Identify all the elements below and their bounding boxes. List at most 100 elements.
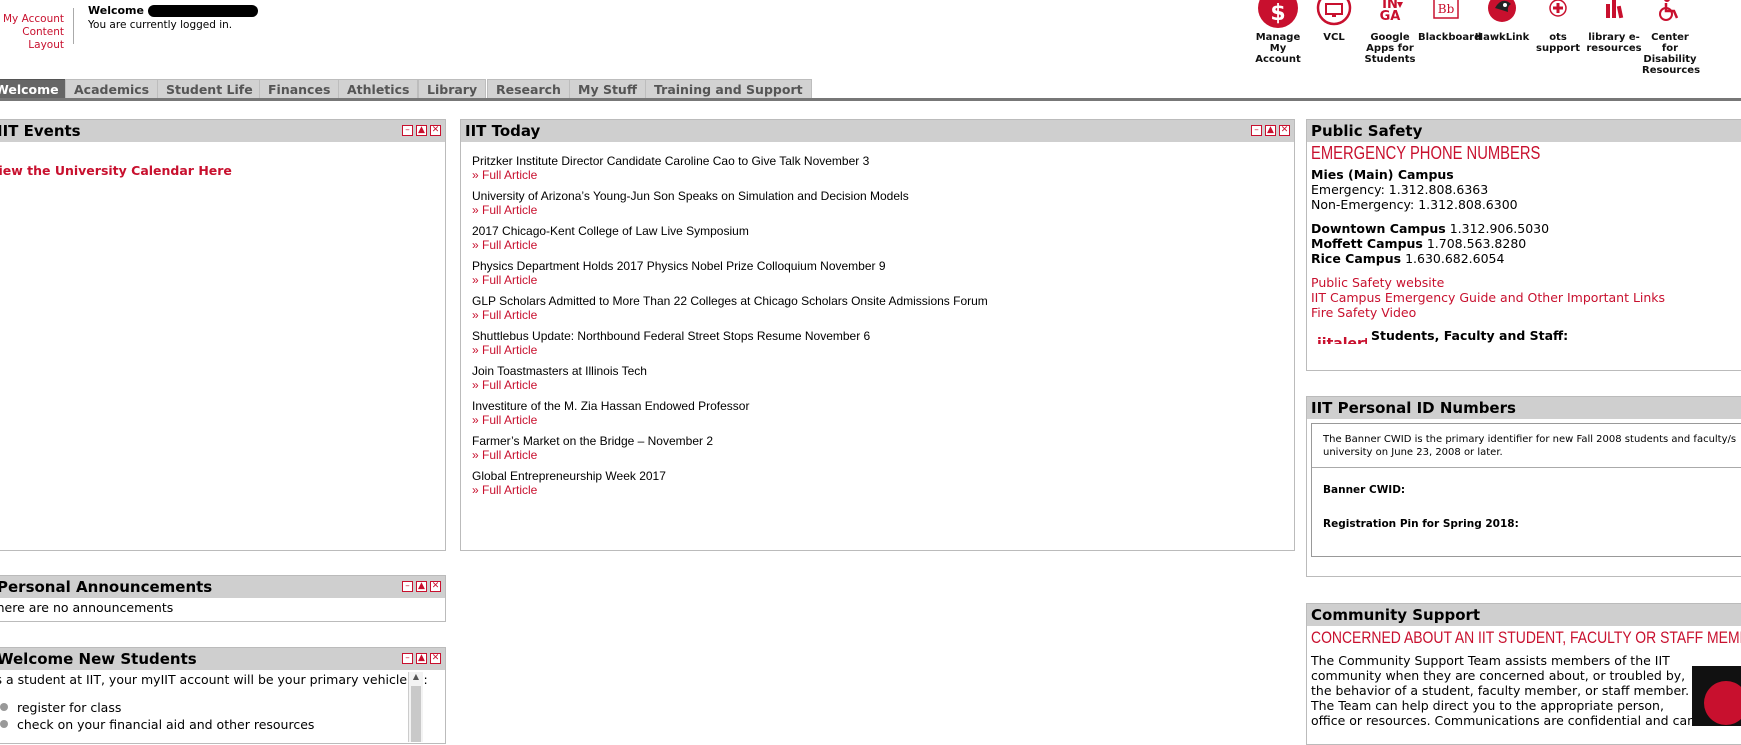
close-icon[interactable]: ✕ — [1279, 125, 1290, 136]
svg-text:GA: GA — [1380, 9, 1401, 24]
community-text: The Community Support Team assists membe… — [1311, 653, 1696, 728]
article-headline[interactable]: Global Entrepreneurship Week 2017 — [472, 469, 988, 483]
list-item: University of Arizona’s Young-Jun Son Sp… — [472, 189, 988, 217]
quicklink-vcl[interactable]: VCL — [1306, 0, 1362, 43]
announcements-controls: – ▲ ✕ — [399, 581, 441, 593]
wheelchair-icon — [1649, 0, 1691, 30]
full-article-link[interactable]: » Full Article — [472, 483, 988, 497]
community-support-content: CONCERNED ABOUT AN IIT STUDENT, FACULTY … — [1311, 629, 1741, 728]
article-headline[interactable]: Shuttlebus Update: Northbound Federal St… — [472, 329, 988, 343]
article-headline[interactable]: 2017 Chicago-Kent College of Law Live Sy… — [472, 224, 988, 238]
full-article-link[interactable]: » Full Article — [472, 448, 988, 462]
personal-id-portlet: IIT Personal ID Numbers The Banner CWID … — [1306, 396, 1741, 577]
quicklink-ots-support[interactable]: ots support — [1530, 0, 1586, 54]
minimize-icon[interactable]: – — [402, 125, 413, 136]
fire-safety-video-link[interactable]: Fire Safety Video — [1311, 305, 1665, 320]
header-divider — [73, 8, 74, 44]
full-article-link[interactable]: » Full Article — [472, 413, 988, 427]
minimize-icon[interactable]: – — [402, 581, 413, 592]
tab-my-stuff[interactable]: My Stuff — [569, 79, 646, 99]
quicklink-disability-resources[interactable]: Center for Disability Resources — [1642, 0, 1700, 76]
tab-finances[interactable]: Finances — [259, 79, 340, 99]
emergency-number: Emergency: 1.312.808.6363 — [1311, 182, 1489, 197]
minimize-icon[interactable]: – — [402, 653, 413, 664]
list-item: GLP Scholars Admitted to More Than 22 Co… — [472, 294, 988, 322]
full-article-link[interactable]: » Full Article — [472, 378, 988, 392]
full-article-link[interactable]: » Full Article — [472, 273, 988, 287]
emergency-guide-link[interactable]: IIT Campus Emergency Guide and Other Imp… — [1311, 290, 1665, 305]
dollar-icon: $ — [1257, 0, 1299, 30]
close-icon[interactable]: ✕ — [430, 125, 441, 136]
full-article-link[interactable]: » Full Article — [472, 308, 988, 322]
tab-training-support[interactable]: Training and Support — [645, 79, 812, 99]
article-headline[interactable]: Physics Department Holds 2017 Physics No… — [472, 259, 988, 273]
full-article-link[interactable]: » Full Article — [472, 343, 988, 357]
maximize-icon[interactable]: ▲ — [416, 581, 427, 592]
tab-academics[interactable]: Academics — [65, 79, 159, 99]
events-portlet: IIT Events – ▲ ✕ View the University Calen… — [0, 119, 446, 551]
full-article-link[interactable]: » Full Article — [472, 238, 988, 252]
close-icon[interactable]: ✕ — [430, 653, 441, 664]
announcements-text: There are no announcements — [0, 600, 174, 615]
tab-athletics[interactable]: Athletics — [338, 79, 419, 99]
community-support-title: Community Support — [1307, 604, 1741, 626]
public-safety-title: Public Safety — [1307, 120, 1741, 142]
list-item: Global Entrepreneurship Week 2017» Full … — [472, 469, 988, 497]
community-support-portlet: Community Support CONCERNED ABOUT AN IIT… — [1306, 603, 1741, 745]
article-headline[interactable]: Pritzker Institute Director Candidate Ca… — [472, 154, 988, 168]
new-students-title: Welcome New Students — [0, 648, 445, 670]
scrollbar[interactable]: ▲ — [408, 672, 423, 742]
maximize-icon[interactable]: ▲ — [416, 125, 427, 136]
new-students-list: register for class check on your financi… — [0, 699, 427, 733]
quicklink-manage-account[interactable]: $ Manage My Account — [1250, 0, 1306, 65]
moffett-phone: 1.708.563.8280 — [1426, 236, 1527, 251]
full-article-link[interactable]: » Full Article — [472, 168, 988, 182]
my-account-link[interactable]: My Account — [0, 13, 64, 26]
main-tabs: Welcome Academics Student Life Finances … — [0, 79, 1741, 99]
list-item: 2017 Chicago-Kent College of Law Live Sy… — [472, 224, 988, 252]
rice-phone: 1.630.682.6054 — [1405, 251, 1505, 266]
tab-student-life[interactable]: Student Life — [157, 79, 262, 99]
tab-library[interactable]: Library — [418, 79, 487, 99]
list-item: Investiture of the M. Zia Hassan Endowed… — [472, 399, 988, 427]
news-list: Pritzker Institute Director Candidate Ca… — [472, 154, 988, 504]
article-headline[interactable]: GLP Scholars Admitted to More Than 22 Co… — [472, 294, 988, 308]
blackboard-icon: Bb — [1425, 0, 1467, 30]
non-emergency-number: Non-Emergency: 1.312.808.6300 — [1311, 197, 1518, 212]
iit-today-title: IIT Today — [461, 120, 1294, 142]
full-article-link[interactable]: » Full Article — [472, 203, 988, 217]
content-layout-link[interactable]: Content Layout — [0, 26, 64, 52]
google-apps-icon: IN GA — [1369, 0, 1411, 30]
iit-today-portlet: IIT Today – ▲ ✕ Pritzker Institute Directo… — [460, 119, 1295, 551]
maximize-icon[interactable]: ▲ — [416, 653, 427, 664]
list-item: Shuttlebus Update: Northbound Federal St… — [472, 329, 988, 357]
article-headline[interactable]: Investiture of the M. Zia Hassan Endowed… — [472, 399, 988, 413]
quicklink-hawklink[interactable]: HawkLink — [1474, 0, 1530, 43]
quicklink-blackboard[interactable]: Bb Blackboard — [1418, 0, 1481, 43]
tab-welcome[interactable]: Welcome — [0, 79, 68, 99]
public-safety-content: EMERGENCY PHONE NUMBERS Mies (Main) Camp… — [1311, 144, 1665, 344]
article-headline[interactable]: Farmer’s Market on the Bridge – November… — [472, 434, 988, 448]
svg-text:Bb: Bb — [1438, 2, 1455, 16]
minimize-icon[interactable]: – — [1251, 125, 1262, 136]
library-icon — [1593, 0, 1635, 30]
monitor-icon — [1313, 0, 1355, 30]
login-status: You are currently logged in. — [88, 19, 233, 31]
svg-text:$: $ — [1270, 1, 1285, 26]
tab-research[interactable]: Research — [487, 79, 570, 99]
announcements-portlet: Personal Announcements – ▲ ✕ There are no … — [0, 575, 446, 622]
welcome-block: Welcome You are currently logged in. — [88, 4, 258, 32]
article-headline[interactable]: Join Toastmasters at Illinois Tech — [472, 364, 988, 378]
quicklink-google-apps[interactable]: IN GA Google Apps for Students — [1362, 0, 1418, 65]
public-safety-website-link[interactable]: Public Safety website — [1311, 275, 1665, 290]
university-calendar-link[interactable]: View the University Calendar Here — [0, 163, 232, 178]
quicklink-library[interactable]: library e-resources — [1586, 0, 1642, 54]
tab-rule — [0, 98, 1741, 101]
maximize-icon[interactable]: ▲ — [1265, 125, 1276, 136]
list-item: register for class — [0, 699, 427, 716]
hawk-icon — [1481, 0, 1523, 30]
list-item: Join Toastmasters at Illinois Tech» Full… — [472, 364, 988, 392]
article-headline[interactable]: University of Arizona’s Young-Jun Son Sp… — [472, 189, 988, 203]
close-icon[interactable]: ✕ — [430, 581, 441, 592]
list-item: Farmer’s Market on the Bridge – November… — [472, 434, 988, 462]
